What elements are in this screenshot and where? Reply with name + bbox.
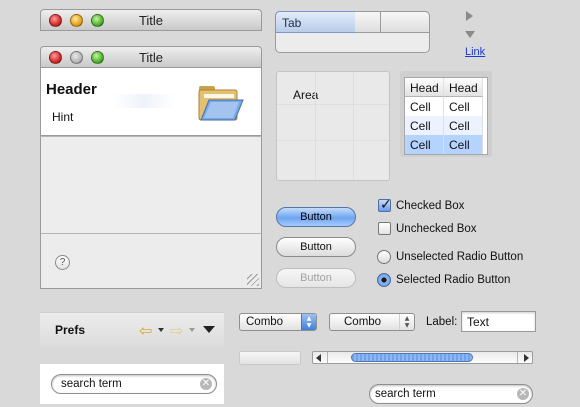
combo-stepper-icon[interactable]: ▲ ▼	[301, 314, 316, 330]
radio-label: Unselected Radio Button	[396, 251, 524, 263]
tab-label: Tab	[282, 16, 302, 30]
back-menu-icon[interactable]	[158, 328, 164, 332]
search-input[interactable]: search term ✕	[369, 384, 533, 404]
data-table[interactable]: Head Head Cell Cell Cell Cell Cell Cell	[404, 77, 488, 155]
table-row[interactable]: Cell Cell	[405, 97, 487, 116]
progress-bar	[239, 351, 301, 365]
table-header-row: Head Head	[405, 78, 487, 97]
dropdown-triangle-icon[interactable]	[203, 326, 215, 333]
header-title: Header	[46, 81, 97, 98]
table-cell: Cell	[405, 97, 444, 116]
combo-value: Combo	[246, 316, 284, 328]
table-header[interactable]: Head	[444, 78, 483, 97]
scroll-thumb[interactable]	[351, 353, 473, 362]
radio-label: Selected Radio Button	[396, 274, 511, 286]
disclosure-right-icon[interactable]	[466, 11, 473, 21]
horizontal-scrollbar[interactable]	[312, 351, 533, 364]
combo-box[interactable]: Combo ▲ ▼	[329, 313, 415, 331]
area-grid-line	[353, 72, 354, 180]
default-button[interactable]: Button	[276, 207, 356, 227]
table-cell: Cell	[444, 135, 483, 154]
table-cell: Cell	[444, 116, 483, 135]
unselected-radio[interactable]	[377, 250, 391, 264]
tab-view: Tab	[275, 11, 430, 53]
table-cell: Cell	[405, 116, 444, 135]
checkbox-label: Checked Box	[396, 200, 465, 212]
window-header-panel: Header Hint	[40, 68, 262, 136]
prefs-label: Prefs	[55, 323, 86, 337]
area-grid-line	[315, 72, 316, 180]
forward-menu-icon[interactable]	[189, 328, 195, 332]
combo-box-active[interactable]: Combo ▲ ▼	[239, 313, 317, 331]
combo-stepper-icon[interactable]: ▲ ▼	[399, 314, 414, 330]
help-icon[interactable]: ?	[55, 255, 70, 270]
scroll-right-arrow-icon[interactable]	[524, 354, 529, 362]
table-row[interactable]: Cell Cell	[405, 116, 487, 135]
unchecked-checkbox[interactable]	[378, 222, 391, 235]
area-box[interactable]: Area	[276, 71, 390, 181]
table-cell: Cell	[444, 97, 483, 116]
push-button[interactable]: Button	[276, 237, 356, 257]
text-field[interactable]: Text	[461, 311, 536, 332]
checkbox-label: Unchecked Box	[396, 223, 477, 235]
search-value: search term	[61, 378, 122, 390]
text-field-value: Text	[467, 315, 490, 329]
back-arrow-icon[interactable]: ⇦	[139, 321, 152, 340]
prefs-toolbar: Prefs ⇦ ⇨	[40, 312, 224, 347]
link[interactable]: Link	[465, 46, 485, 58]
scroll-left-arrow-icon[interactable]	[316, 354, 321, 362]
field-label: Label:	[426, 316, 458, 328]
folder-icon	[198, 86, 244, 121]
window-body	[40, 136, 262, 234]
checked-checkbox[interactable]	[378, 197, 392, 213]
tab-active[interactable]: Tab	[275, 11, 355, 33]
resize-grip-icon[interactable]	[247, 274, 259, 286]
combo-value: Combo	[344, 316, 382, 328]
disclosure-down-icon[interactable]	[465, 31, 475, 38]
header-hint: Hint	[52, 110, 74, 124]
small-window-titlebar[interactable]: Title	[40, 9, 262, 31]
window-footer: ?	[40, 233, 262, 289]
window-title: Title	[138, 13, 164, 28]
area-grid-line	[277, 140, 389, 141]
window-title: Title	[138, 50, 164, 65]
disabled-button: Button	[276, 268, 356, 288]
clear-search-icon[interactable]: ✕	[200, 378, 212, 390]
clear-search-icon[interactable]: ✕	[517, 388, 529, 400]
table-row-selected[interactable]: Cell Cell	[405, 135, 487, 154]
selected-radio[interactable]	[377, 273, 391, 287]
search-value: search term	[375, 388, 436, 400]
area-grid-line	[277, 104, 389, 105]
table-cell: Cell	[405, 135, 444, 154]
forward-arrow-icon[interactable]: ⇨	[170, 321, 183, 340]
main-window-titlebar[interactable]: Title	[40, 46, 262, 68]
search-input[interactable]: search term ✕	[51, 374, 217, 394]
table-header[interactable]: Head	[405, 78, 444, 97]
decorative-band	[113, 94, 175, 108]
tab-second[interactable]	[380, 11, 381, 33]
